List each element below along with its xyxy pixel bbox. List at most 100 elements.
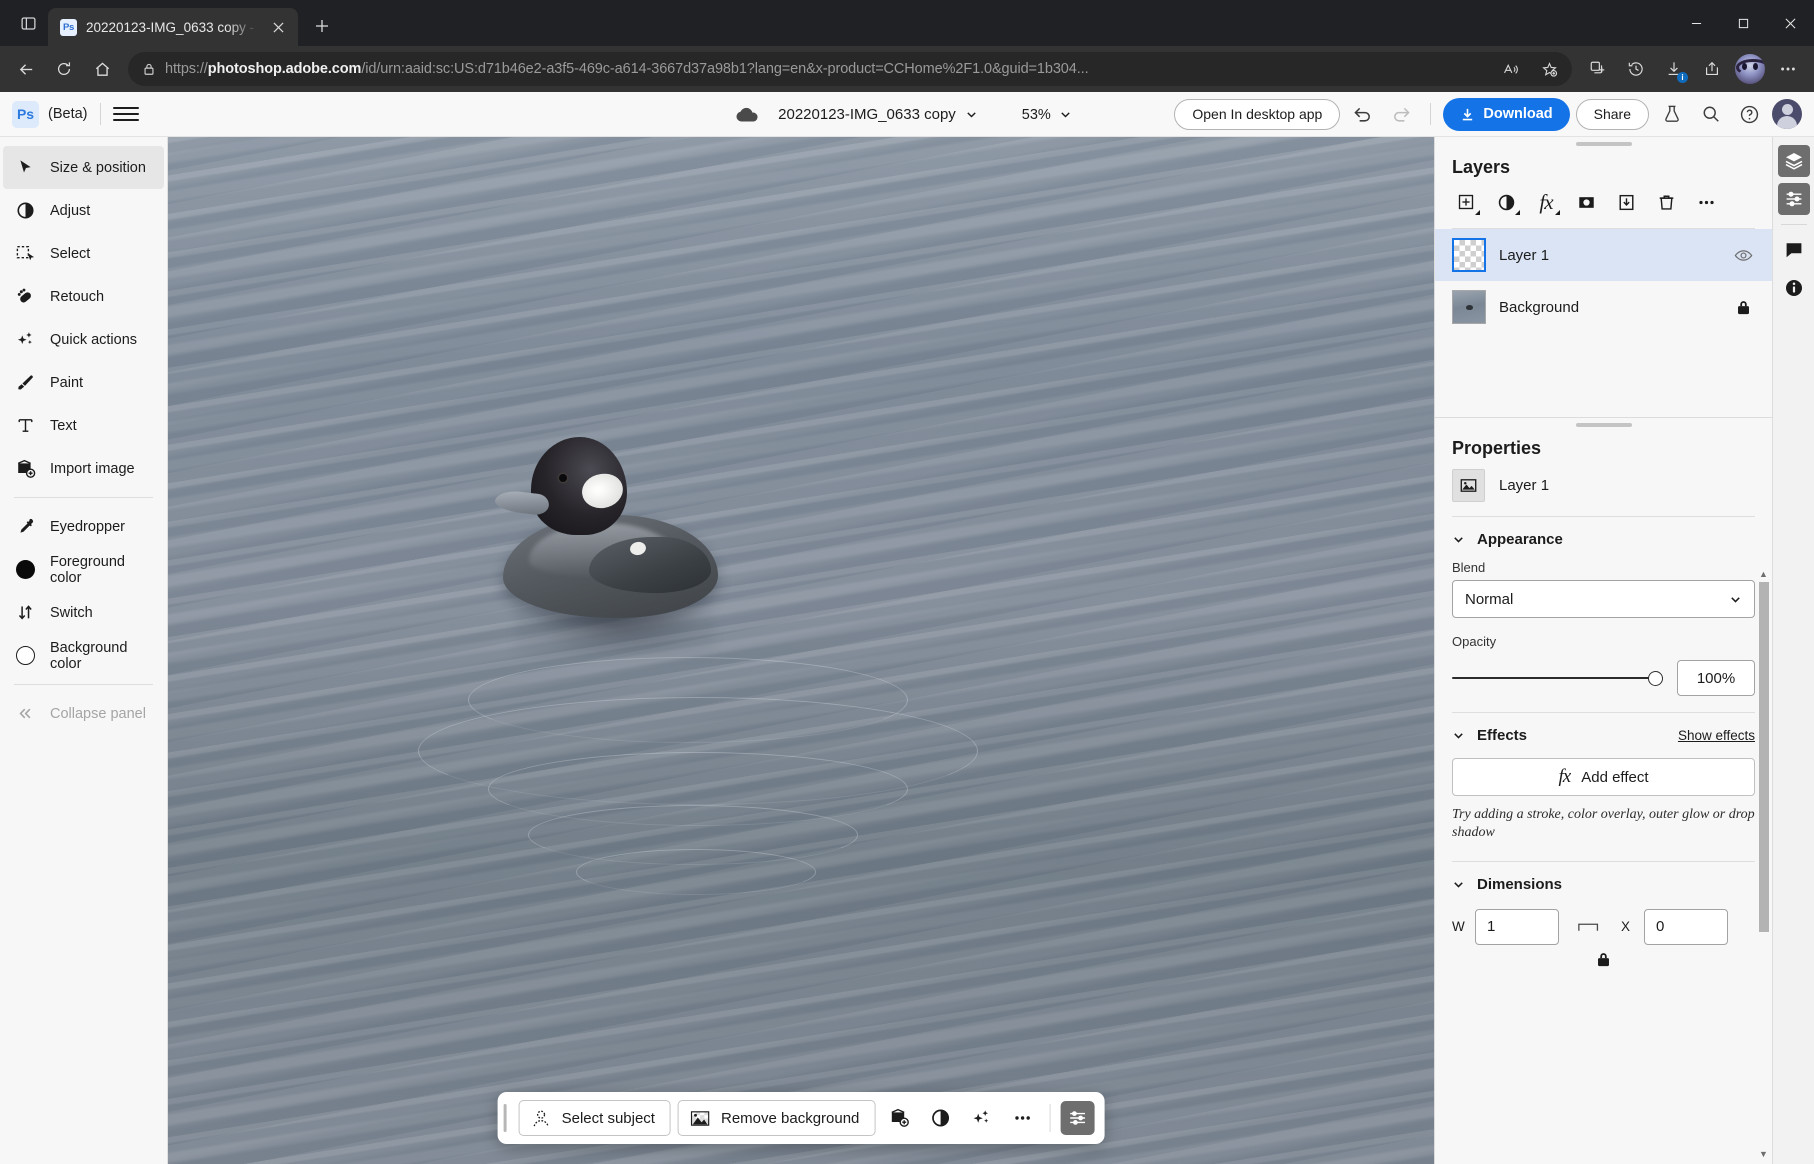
eye-visibility-icon[interactable]	[1731, 246, 1755, 265]
add-favorite-icon[interactable]	[1534, 54, 1564, 84]
refresh-icon[interactable]	[46, 51, 82, 87]
width-input[interactable]: 1	[1475, 908, 1559, 945]
share-button[interactable]: Share	[1575, 98, 1649, 130]
minimize-icon[interactable]	[1673, 0, 1720, 46]
sidebar-item-select[interactable]: Select	[3, 232, 164, 275]
collapse-panel-button[interactable]: Collapse panel	[3, 692, 164, 735]
window-controls	[1673, 0, 1814, 46]
back-arrow-icon[interactable]	[8, 51, 44, 87]
open-in-desktop-app-button[interactable]: Open In desktop app	[1174, 98, 1341, 130]
properties-scroll-area[interactable]: Appearance Blend Normal Opacity 100% Eff…	[1435, 517, 1772, 1164]
layer-more-ellipsis-icon[interactable]	[1687, 186, 1725, 218]
layer-name: Layer 1	[1499, 246, 1550, 264]
layers-panel-toggle-icon[interactable]	[1777, 145, 1810, 177]
opacity-slider[interactable]	[1452, 668, 1663, 688]
new-tab-button[interactable]	[306, 10, 338, 42]
layer-effects-fx-icon[interactable]: fx	[1527, 186, 1565, 218]
sidebar-item-retouch[interactable]: Retouch	[3, 275, 164, 318]
properties-target-layer: Layer 1	[1435, 459, 1772, 516]
delete-layer-icon[interactable]	[1647, 186, 1685, 218]
layer-thumbnail	[1452, 290, 1486, 324]
share-icon[interactable]	[1694, 51, 1730, 87]
browser-tab[interactable]: Ps 20220123-IMG_0633 copy - Adob	[48, 8, 298, 46]
opacity-slider-knob[interactable]	[1648, 670, 1663, 686]
opacity-input[interactable]: 100%	[1677, 660, 1755, 696]
chevron-down-icon	[1061, 112, 1070, 118]
appearance-section-header[interactable]: Appearance	[1435, 517, 1772, 558]
foreground-color-swatch	[15, 559, 36, 580]
sidebar-item-paint[interactable]: Paint	[3, 361, 164, 404]
tool-label: Eyedropper	[50, 518, 125, 535]
more-options-icon[interactable]	[1770, 51, 1806, 87]
clipping-mask-icon[interactable]	[1607, 186, 1645, 218]
hamburger-menu-icon[interactable]	[112, 101, 139, 127]
properties-panel-drag-handle[interactable]	[1435, 418, 1772, 432]
undo-icon[interactable]	[1346, 98, 1379, 131]
tab-actions-icon[interactable]	[8, 3, 48, 43]
scroll-down-arrow[interactable]: ▼	[1759, 1149, 1768, 1160]
close-icon[interactable]	[267, 16, 289, 38]
scrollbar-thumb[interactable]	[1758, 582, 1769, 933]
sidebar-item-background-color[interactable]: Background color	[3, 634, 164, 677]
collections-icon[interactable]	[1580, 51, 1616, 87]
dimensions-section-header[interactable]: Dimensions	[1435, 862, 1772, 903]
maximize-icon[interactable]	[1720, 0, 1767, 46]
sidebar-item-foreground-color[interactable]: Foreground color	[3, 548, 164, 591]
lock-aspect-icon[interactable]	[1435, 951, 1772, 968]
add-layer-icon[interactable]	[1447, 186, 1485, 218]
properties-panel-toggle-icon[interactable]	[1777, 183, 1810, 215]
address-bar[interactable]: https://photoshop.adobe.com/id/urn:aaid:…	[128, 52, 1572, 86]
select-subject-button[interactable]: Select subject	[518, 1100, 671, 1136]
layer-mask-icon[interactable]	[1567, 186, 1605, 218]
info-panel-icon[interactable]	[1778, 272, 1810, 304]
adjust-contrast-icon[interactable]	[923, 1101, 957, 1135]
scroll-up-arrow[interactable]: ▲	[1759, 569, 1768, 580]
layer-row[interactable]: Background	[1435, 281, 1772, 333]
sidebar-item-text[interactable]: Text	[3, 404, 164, 447]
discover-beaker-icon[interactable]	[1655, 98, 1688, 131]
browser-profile-avatar[interactable]	[1735, 54, 1765, 84]
blend-mode-select[interactable]: Normal	[1452, 580, 1755, 618]
lock-icon[interactable]	[1731, 299, 1755, 316]
account-avatar[interactable]	[1772, 99, 1802, 129]
sidebar-item-quick-actions[interactable]: Quick actions	[3, 318, 164, 361]
show-effects-link[interactable]: Show effects	[1678, 728, 1755, 743]
layers-panel-drag-handle[interactable]	[1435, 137, 1772, 151]
sidebar-item-adjust[interactable]: Adjust	[3, 189, 164, 232]
sidebar-item-switch-colors[interactable]: Switch	[3, 591, 164, 634]
layers-panel: Layers fx Layer 1 Background	[1435, 137, 1772, 418]
x-input[interactable]: 0	[1644, 908, 1728, 945]
history-icon[interactable]	[1618, 51, 1654, 87]
app-topbar: Ps (Beta) 20220123-IMG_0633 copy 53% Ope…	[0, 92, 1814, 137]
effects-section-header[interactable]: Effects Show effects	[1435, 713, 1772, 754]
sidebar-item-import-image[interactable]: Import image	[3, 447, 164, 490]
home-icon[interactable]	[84, 51, 120, 87]
read-aloud-icon[interactable]	[1495, 54, 1525, 84]
help-circle-icon[interactable]	[1733, 98, 1766, 131]
download-button[interactable]: Download	[1443, 97, 1570, 131]
import-image-icon[interactable]	[882, 1101, 916, 1135]
beta-label: (Beta)	[48, 106, 88, 122]
tool-label: Text	[50, 417, 77, 434]
sidebar-item-eyedropper[interactable]: Eyedropper	[3, 505, 164, 548]
properties-scrollbar[interactable]: ▲ ▼	[1758, 569, 1769, 1160]
adjustment-layer-icon[interactable]	[1487, 186, 1525, 218]
sparkle-icon[interactable]	[964, 1101, 998, 1135]
drag-grip-icon[interactable]	[503, 1104, 507, 1132]
comments-panel-icon[interactable]	[1778, 234, 1810, 266]
zoom-level-menu[interactable]: 53%	[1015, 103, 1079, 127]
document-name-menu[interactable]: 20220123-IMG_0633 copy	[771, 102, 985, 127]
more-ellipsis-icon[interactable]	[1005, 1101, 1039, 1135]
remove-background-button[interactable]: Remove background	[677, 1100, 876, 1136]
redo-icon[interactable]	[1385, 98, 1418, 131]
image-canvas[interactable]: Select subject Remove background	[168, 137, 1434, 1164]
window-close-icon[interactable]	[1767, 0, 1814, 46]
toolbar-settings-icon[interactable]	[1060, 1101, 1095, 1135]
layer-row[interactable]: Layer 1	[1435, 229, 1772, 281]
link-dimensions-icon[interactable]	[1568, 919, 1612, 935]
double-chevron-left-icon	[15, 703, 36, 724]
search-icon[interactable]	[1694, 98, 1727, 131]
sidebar-item-size-position[interactable]: Size & position	[3, 146, 164, 189]
add-effect-button[interactable]: fx Add effect	[1452, 758, 1755, 796]
downloads-icon[interactable]: i	[1656, 51, 1692, 87]
